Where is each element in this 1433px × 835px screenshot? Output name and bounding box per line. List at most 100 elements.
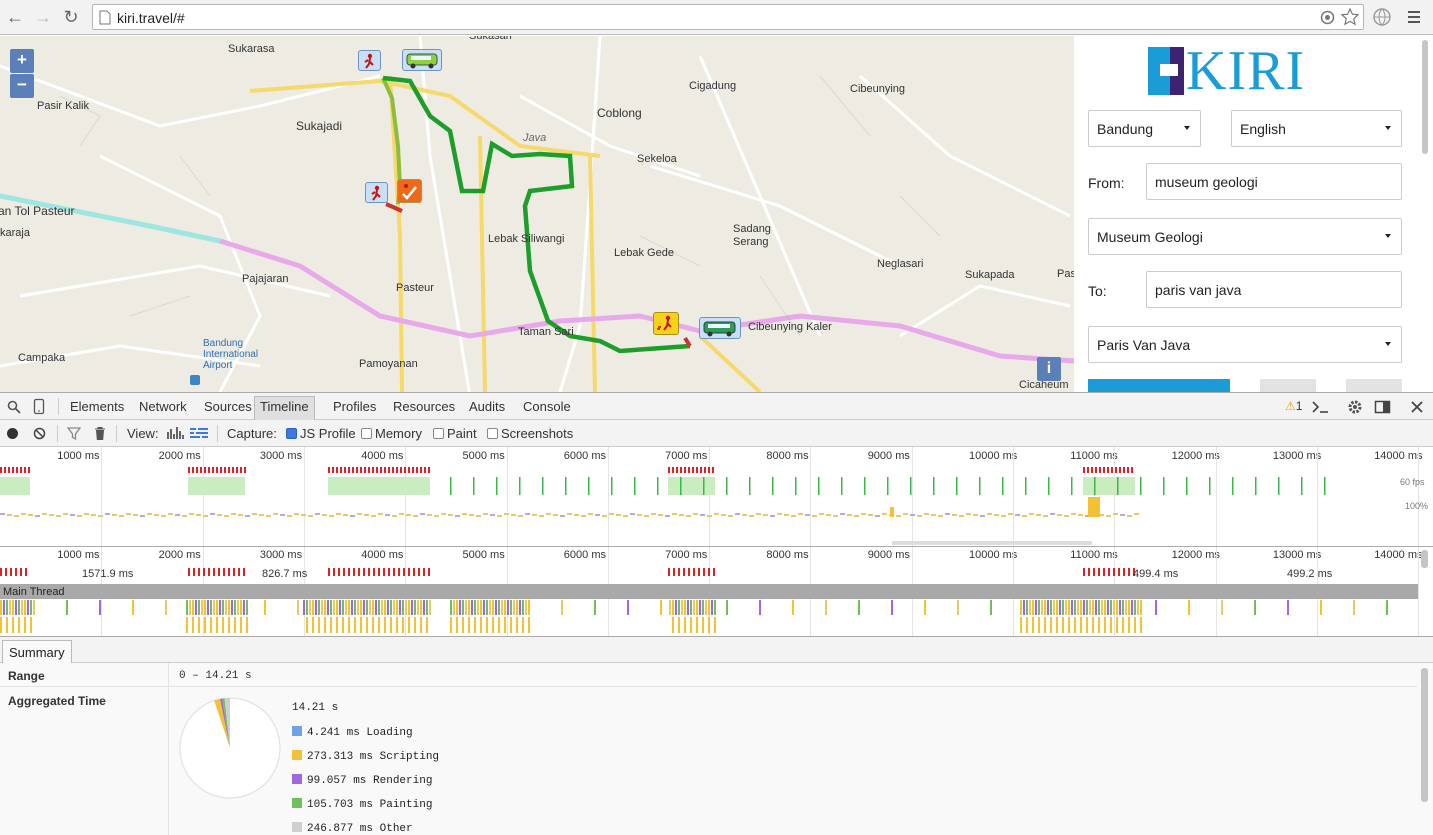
trash-icon[interactable] xyxy=(94,426,106,441)
device-mode-icon[interactable] xyxy=(33,398,45,415)
warning-badge[interactable]: ⚠1 xyxy=(1285,399,1302,413)
start-point-marker-icon[interactable] xyxy=(397,179,422,203)
globe-icon[interactable] xyxy=(1372,7,1392,27)
event-bar xyxy=(1026,600,1028,615)
reset-button[interactable] xyxy=(1346,379,1402,392)
cpu-bar xyxy=(371,515,376,517)
tab-audits[interactable]: Audits xyxy=(469,399,505,414)
event-bar xyxy=(1062,600,1064,615)
forward-icon[interactable]: → xyxy=(32,6,54,28)
angkot-end-marker-icon[interactable] xyxy=(699,317,741,339)
events-view-icon[interactable] xyxy=(189,427,209,439)
zoom-out-button[interactable]: − xyxy=(10,74,34,98)
event-bar xyxy=(381,600,383,615)
event-bar xyxy=(348,600,350,615)
route-map[interactable]: + − Sukarasa Pasir Kalik Sukajadi Sukasari C… xyxy=(0,36,1074,392)
long-frame-marker xyxy=(192,467,194,473)
tab-elements[interactable]: Elements xyxy=(70,399,124,414)
checkbox-icon[interactable] xyxy=(361,428,372,439)
tab-network[interactable]: Network xyxy=(139,399,187,414)
tab-sources[interactable]: Sources xyxy=(204,399,252,414)
address-bar[interactable]: kiri.travel/# xyxy=(92,4,1364,30)
event-bar xyxy=(1029,600,1031,615)
walk-start-marker-icon[interactable] xyxy=(358,50,381,71)
zoom-in-button[interactable]: + xyxy=(10,49,34,73)
from-select[interactable]: Museum Geologi xyxy=(1088,218,1402,255)
reload-icon[interactable]: ↻ xyxy=(60,6,82,28)
search-icon[interactable] xyxy=(7,400,21,414)
walk-finish-marker-icon[interactable] xyxy=(653,312,679,335)
checkbox-icon[interactable] xyxy=(433,428,444,439)
to-input[interactable]: paris van java xyxy=(1146,271,1402,308)
cpu-bar xyxy=(175,514,180,516)
chevron-down-icon xyxy=(1184,126,1190,130)
event-bar-child xyxy=(378,617,380,633)
event-bar xyxy=(507,600,509,615)
angkot-marker-icon[interactable] xyxy=(402,49,442,71)
frames-view-icon[interactable] xyxy=(166,426,184,440)
frame-bar xyxy=(1002,477,1004,495)
event-bar-child xyxy=(678,617,680,633)
event-bar-child xyxy=(354,617,356,633)
language-select[interactable]: English xyxy=(1231,110,1402,147)
long-frame-marker xyxy=(698,568,700,576)
frame-bar xyxy=(910,477,912,495)
long-frame-marker xyxy=(208,467,210,473)
event-bar xyxy=(714,600,716,615)
back-icon[interactable]: ← xyxy=(4,6,26,28)
close-icon[interactable] xyxy=(1410,400,1424,414)
cpu-bar xyxy=(308,515,313,517)
summary-scrollbar[interactable] xyxy=(1421,668,1428,802)
city-select[interactable]: Bandung xyxy=(1088,110,1201,147)
main-thread-row[interactable]: Main Thread xyxy=(0,584,1418,599)
record-icon[interactable] xyxy=(7,428,18,439)
tab-summary[interactable]: Summary xyxy=(2,640,72,664)
map-label: Sekeloa xyxy=(637,153,677,165)
event-bar-child xyxy=(1140,617,1142,633)
frame-bar xyxy=(1186,477,1188,495)
event-bar xyxy=(1122,600,1124,615)
console-drawer-icon[interactable] xyxy=(1311,399,1331,415)
cpu-bar xyxy=(784,514,789,516)
capture-js-profile-checkbox[interactable]: JS Profile xyxy=(286,426,356,441)
from-input[interactable]: museum geologi xyxy=(1146,163,1402,200)
tab-timeline[interactable]: Timeline xyxy=(254,396,315,421)
long-frame-marker xyxy=(413,568,415,576)
dock-side-icon[interactable] xyxy=(1374,399,1392,415)
long-frame-marker xyxy=(684,467,686,473)
cpu-bar xyxy=(588,513,593,515)
gear-icon[interactable] xyxy=(1347,399,1363,415)
cpu-bar xyxy=(56,515,61,517)
info-button[interactable]: i xyxy=(1037,357,1061,381)
tab-resources[interactable]: Resources xyxy=(393,399,455,414)
walk-marker-icon[interactable] xyxy=(365,182,388,203)
long-frame-marker xyxy=(668,568,670,576)
location-icon[interactable] xyxy=(1319,9,1336,26)
filter-icon[interactable] xyxy=(67,427,81,441)
cpu-bar xyxy=(35,515,40,517)
map-label: Pamoyanan xyxy=(359,358,418,370)
long-frame-marker xyxy=(0,568,2,576)
find-route-button[interactable] xyxy=(1088,379,1230,392)
checkbox-icon[interactable] xyxy=(286,428,297,439)
capture-memory-checkbox[interactable]: Memory xyxy=(361,426,422,441)
checkbox-icon[interactable] xyxy=(487,428,498,439)
tab-profiles[interactable]: Profiles xyxy=(333,399,376,414)
frame-bar xyxy=(496,477,498,495)
long-frame-marker xyxy=(344,467,346,473)
flame-scrollbar[interactable] xyxy=(1421,550,1428,568)
capture-screenshots-checkbox[interactable]: Screenshots xyxy=(487,426,573,441)
panel-scrollbar[interactable] xyxy=(1422,40,1428,154)
clear-icon[interactable] xyxy=(33,427,46,440)
bookmark-star-icon[interactable] xyxy=(1341,8,1359,26)
to-select[interactable]: Paris Van Java xyxy=(1088,326,1402,363)
timeline-overview[interactable]: 1000 ms 2000 ms 3000 ms 4000 ms 5000 ms 6000 … xyxy=(0,447,1433,547)
cpu-bar xyxy=(322,514,327,516)
swap-button[interactable] xyxy=(1260,379,1316,392)
cpu-bar xyxy=(392,515,397,517)
capture-paint-checkbox[interactable]: Paint xyxy=(433,426,477,441)
tab-console[interactable]: Console xyxy=(523,399,571,414)
cpu-bar xyxy=(1064,515,1069,517)
cpu-bar xyxy=(21,513,26,515)
menu-icon[interactable] xyxy=(1406,9,1422,25)
